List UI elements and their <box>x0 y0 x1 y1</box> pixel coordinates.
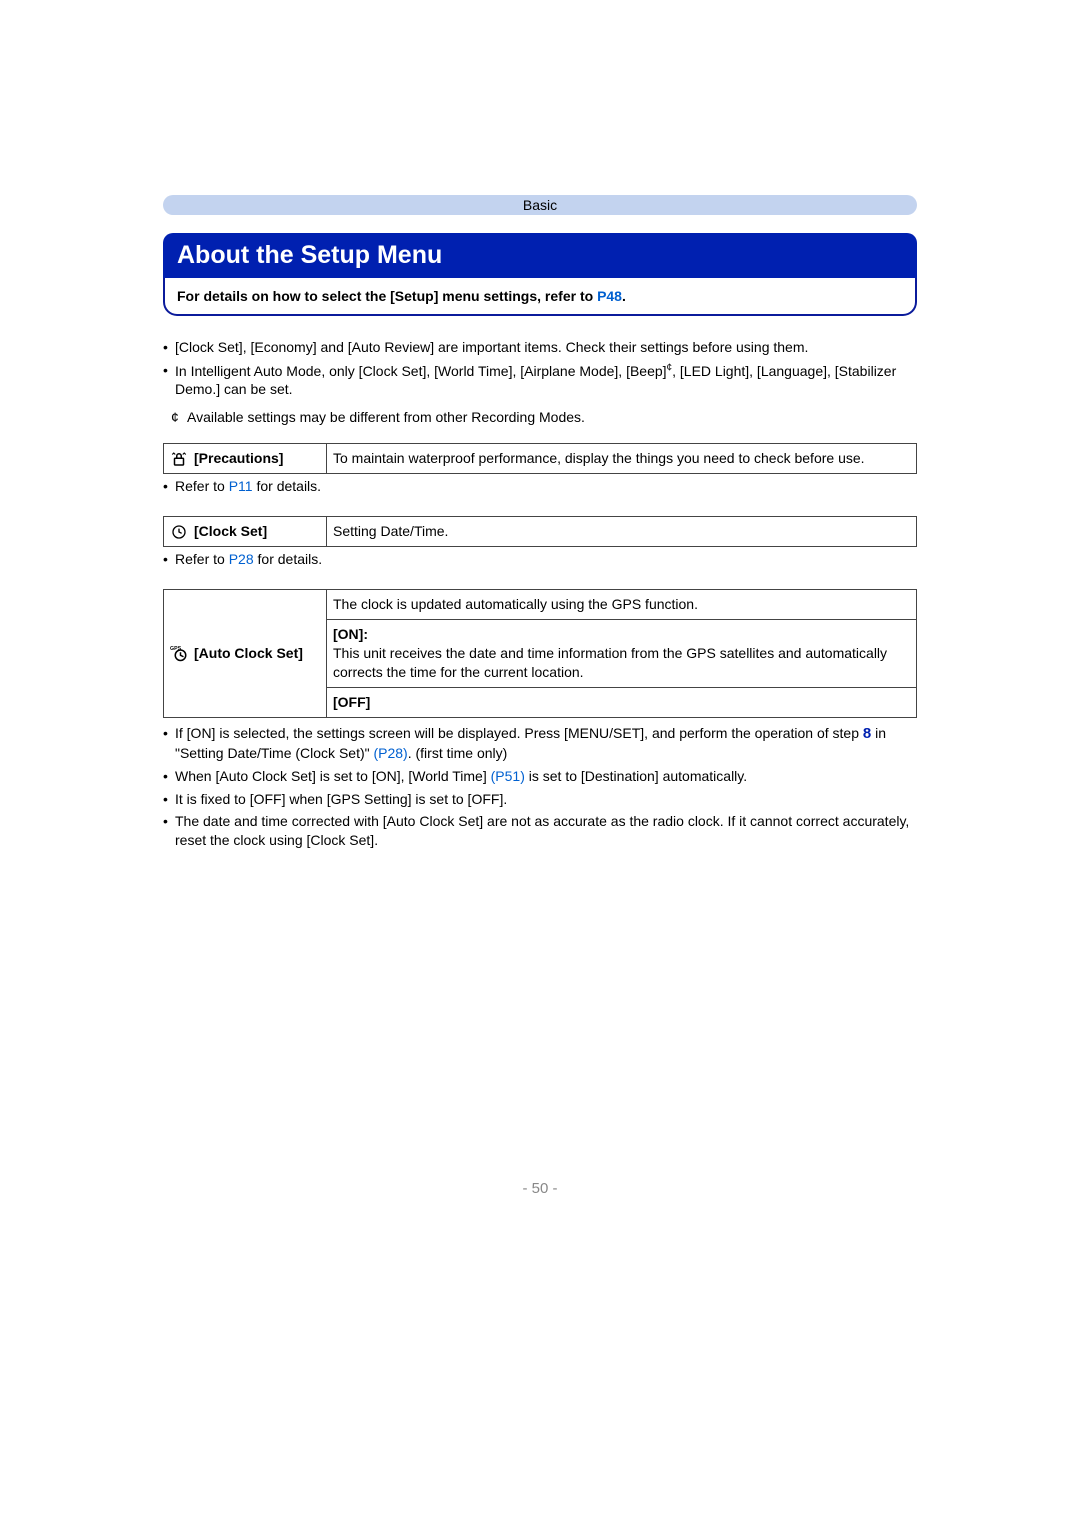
clock-icon <box>170 523 188 541</box>
bullet-text: In Intelligent Auto Mode, only [Clock Se… <box>175 363 896 398</box>
svg-text:GPS: GPS <box>170 646 182 652</box>
gps-clock-icon: GPS <box>170 644 188 662</box>
autoclock-notes: If [ON] is selected, the settings screen… <box>163 724 917 851</box>
manual-page: Basic About the Setup Menu For details o… <box>0 0 1080 1257</box>
setting-label-cell: [Precautions] <box>164 444 327 474</box>
footnote: Available settings may be different from… <box>163 409 917 425</box>
note-post: is set to [Destination] automatically. <box>525 768 747 784</box>
section-header: Basic <box>163 195 917 215</box>
page-ref-link[interactable]: (P51) <box>491 768 525 784</box>
setting-table-autoclock: GPS [Auto Clock Set] The clock is update… <box>163 589 917 717</box>
list-item: In Intelligent Auto Mode, only [Clock Se… <box>163 361 917 399</box>
setting-desc: Setting Date/Time. <box>327 517 917 547</box>
list-item: When [Auto Clock Set] is set to [ON], [W… <box>163 767 917 786</box>
option-off-cell: [OFF] <box>327 687 917 717</box>
list-item: It is fixed to [OFF] when [GPS Setting] … <box>163 790 917 809</box>
page-ref-link[interactable]: (P28) <box>373 745 407 761</box>
page-number: - 50 - <box>163 1180 917 1197</box>
gps-clock-glyph: GPS <box>170 644 188 662</box>
setting-desc: To maintain waterproof performance, disp… <box>327 444 917 474</box>
option-on-desc: This unit receives the date and time inf… <box>333 645 887 680</box>
refer-pre: Refer to <box>175 478 229 494</box>
list-item: If [ON] is selected, the settings screen… <box>163 724 917 763</box>
note-post: . (first time only) <box>408 745 508 761</box>
refer-pre: Refer to <box>175 551 229 567</box>
option-off-label: [OFF] <box>333 694 370 710</box>
subtitle-callout: For details on how to select the [Setup]… <box>163 278 917 316</box>
setting-table-clockset: [Clock Set] Setting Date/Time. <box>163 516 917 547</box>
refer-list: Refer to P28 for details. <box>163 551 917 567</box>
option-on-cell: [ON]: This unit receives the date and ti… <box>327 620 917 688</box>
precautions-icon <box>170 450 188 468</box>
setting-desc: The clock is updated automatically using… <box>327 590 917 620</box>
note-pre: When [Auto Clock Set] is set to [ON], [W… <box>175 768 491 784</box>
list-item: Refer to P11 for details. <box>163 478 917 494</box>
list-item: The date and time corrected with [Auto C… <box>163 812 917 850</box>
refer-post: for details. <box>254 551 322 567</box>
intro-bullet-list: [Clock Set], [Economy] and [Auto Review]… <box>163 338 917 399</box>
padlock-water-icon <box>170 450 188 468</box>
subtitle-text-post: . <box>622 288 626 304</box>
page-ref-link[interactable]: P11 <box>229 478 253 494</box>
setting-label-cell: [Clock Set] <box>164 517 327 547</box>
note-pre: It is fixed to [OFF] when [GPS Setting] … <box>175 791 507 807</box>
note-pre: If [ON] is selected, the settings screen… <box>175 725 863 741</box>
page-ref-link[interactable]: P48 <box>597 288 622 304</box>
clock-glyph <box>171 524 187 540</box>
option-on-label: [ON]: <box>333 626 368 642</box>
page-title: About the Setup Menu <box>163 233 917 278</box>
refer-list: Refer to P11 for details. <box>163 478 917 494</box>
setting-label-cell: GPS [Auto Clock Set] <box>164 590 327 717</box>
setting-table-precautions: [Precautions] To maintain waterproof per… <box>163 443 917 474</box>
list-item: [Clock Set], [Economy] and [Auto Review]… <box>163 338 917 357</box>
refer-post: for details. <box>253 478 321 494</box>
setting-label: [Auto Clock Set] <box>194 644 303 663</box>
page-ref-link[interactable]: P28 <box>229 551 254 567</box>
subtitle-text-pre: For details on how to select the [Setup]… <box>177 288 597 304</box>
note-pre: The date and time corrected with [Auto C… <box>175 813 909 848</box>
setting-label: [Clock Set] <box>194 522 267 541</box>
list-item: Refer to P28 for details. <box>163 551 917 567</box>
step-number: 8 <box>863 725 871 742</box>
setting-label: [Precautions] <box>194 449 283 468</box>
